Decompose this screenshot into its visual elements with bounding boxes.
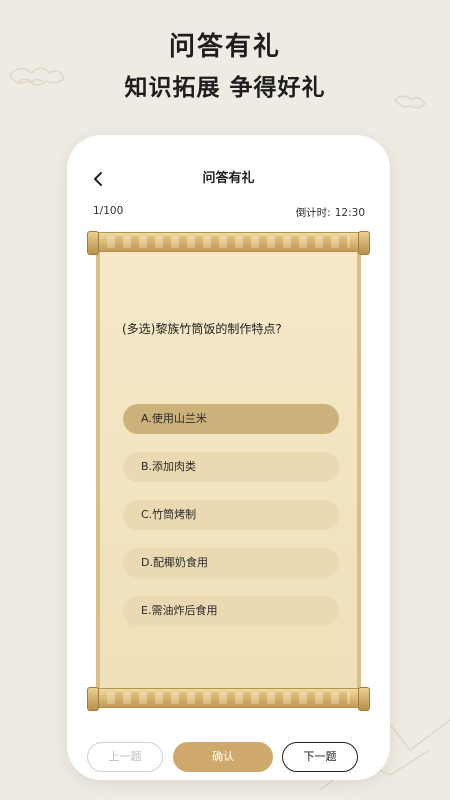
question-counter: 1/100 [93, 205, 124, 217]
back-button[interactable] [84, 167, 112, 191]
nav-bar: 问答有礼 [80, 167, 377, 191]
progress-row: 1/100 倒计时: 12:30 [93, 205, 365, 220]
scroll-rod-top [87, 231, 370, 255]
app-screen: 问答有礼 1/100 倒计时: 12:30 (多选)黎族竹筒饭的制作特点? A.使… [80, 149, 377, 772]
option-b[interactable]: B.添加肉类 [123, 452, 339, 482]
countdown-timer: 倒计时: 12:30 [292, 205, 365, 220]
promo-subtitle: 知识拓展 争得好礼 [124, 75, 326, 101]
timer-value: 12:30 [334, 207, 365, 219]
phone-frame: 问答有礼 1/100 倒计时: 12:30 (多选)黎族竹筒饭的制作特点? A.使… [67, 135, 390, 780]
chevron-left-icon [94, 172, 102, 186]
option-c[interactable]: C.竹筒烤制 [123, 500, 339, 530]
option-e[interactable]: E.需油炸后食用 [123, 596, 339, 626]
promo-title: 问答有礼 [168, 32, 281, 62]
confirm-button[interactable]: 确认 [173, 742, 273, 772]
question-text: (多选)黎族竹筒饭的制作特点? [122, 322, 282, 336]
next-question-button[interactable]: 下一题 [282, 742, 358, 772]
option-d[interactable]: D.配椰奶食用 [123, 548, 339, 578]
rod-pattern [107, 236, 350, 248]
timer-label: 倒计时: [295, 207, 331, 219]
prev-question-button[interactable]: 上一题 [87, 742, 163, 772]
scroll-paper: (多选)黎族竹筒饭的制作特点? A.使用山兰米 B.添加肉类 C.竹筒烤制 D.… [96, 250, 361, 690]
scroll-panel: (多选)黎族竹筒饭的制作特点? A.使用山兰米 B.添加肉类 C.竹筒烤制 D.… [87, 231, 370, 722]
rod-pattern [107, 692, 350, 704]
scroll-rod-bottom [87, 687, 370, 711]
option-a[interactable]: A.使用山兰米 [123, 404, 339, 434]
page-title: 问答有礼 [202, 171, 255, 186]
